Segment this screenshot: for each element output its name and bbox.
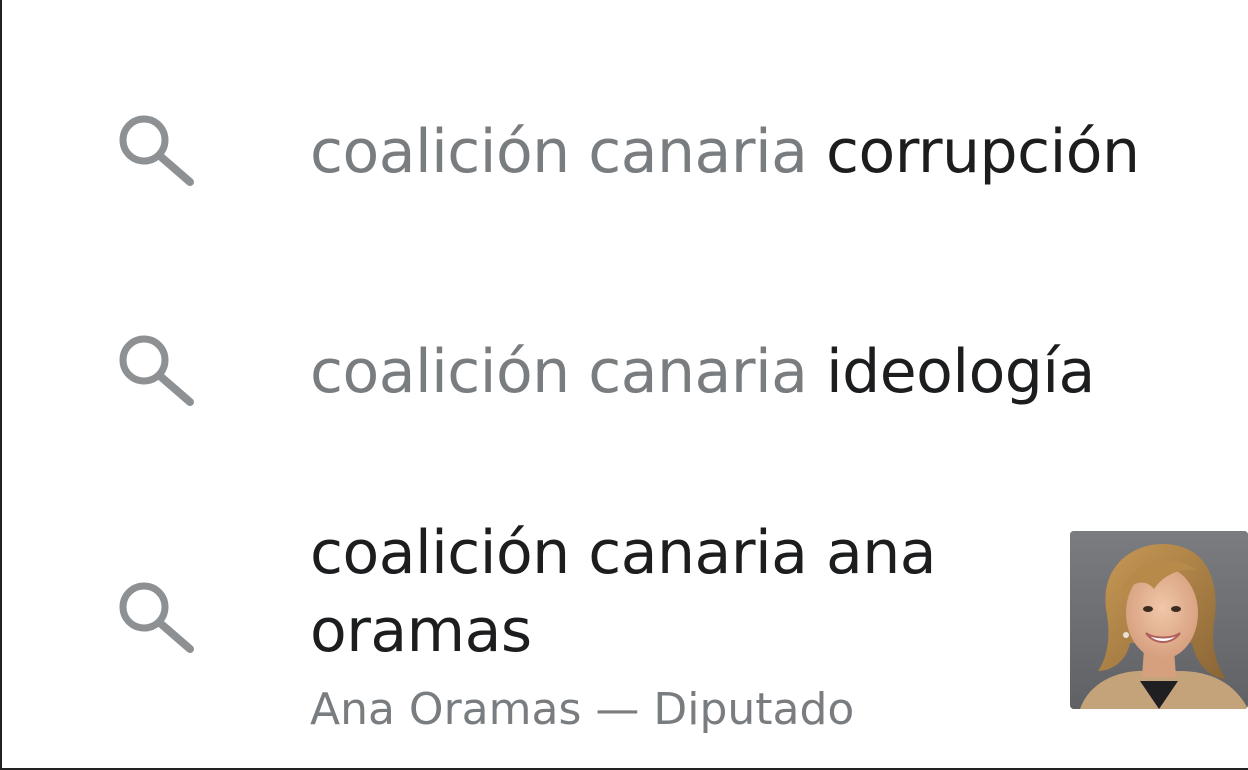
suggestion-item-ana-oramas[interactable]: coalición canaria ana oramas Ana Oramas … (2, 515, 1248, 740)
suggestion-item-ideologia[interactable]: coalición canaria ideología (2, 330, 1248, 420)
search-icon (114, 330, 198, 414)
person-photo (1070, 531, 1248, 709)
suggestion-item-corrupcion[interactable]: coalición canaria corrupción (2, 110, 1248, 200)
suggestion-query-line1: coalición canaria ana (310, 518, 937, 588)
search-suggestions-panel: coalición canaria corrupción coalición c… (0, 0, 1248, 770)
completion-text: ideología (826, 337, 1095, 407)
person-photo-thumbnail[interactable] (1070, 531, 1248, 709)
typed-text: coalición canaria (310, 337, 808, 407)
typed-text: coalición canaria (310, 117, 808, 187)
entity-subtitle: Ana Oramas — Diputado (310, 684, 855, 735)
search-icon (114, 577, 198, 661)
suggestion-query: coalición canaria ideología (310, 332, 1095, 412)
suggestion-query: coalición canaria corrupción (310, 112, 1140, 192)
suggestion-query-line2: oramas (310, 596, 532, 666)
search-icon (114, 110, 198, 194)
completion-text: corrupción (826, 117, 1140, 187)
